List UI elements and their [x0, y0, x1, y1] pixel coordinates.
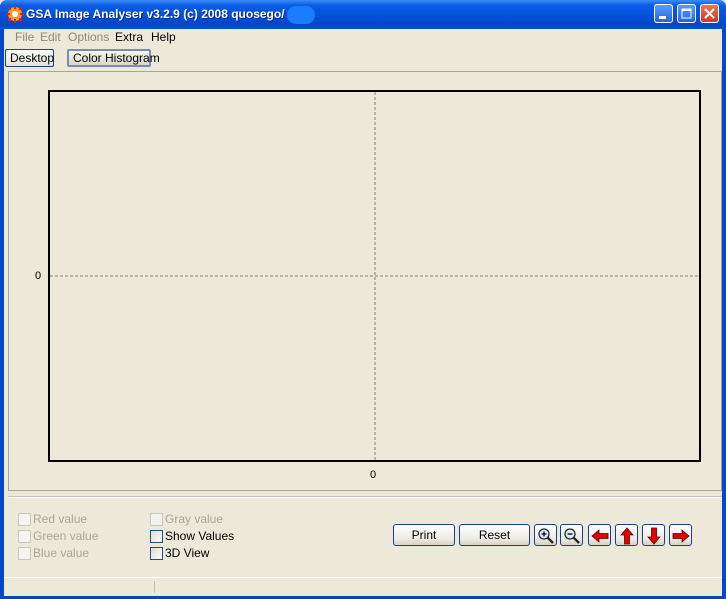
title-bar[interactable]: GSA Image Analyser v3.2.9 (c) 2008 quose… [0, 0, 726, 29]
green-value-label: Green value [33, 529, 99, 543]
maximize-button[interactable] [677, 4, 696, 23]
y-tick-label: 0 [35, 270, 42, 282]
arrow-left-icon [591, 529, 609, 543]
menu-extra[interactable]: Extra [115, 30, 143, 44]
blue-value-label: Blue value [33, 546, 90, 560]
arrow-up-icon [620, 527, 634, 545]
redaction-mark [287, 6, 315, 24]
menu-bar: File Edit Options Extra Help [4, 29, 722, 46]
pan-up-button[interactable] [615, 524, 638, 546]
green-value-checkbox[interactable] [18, 530, 31, 543]
gray-value-checkbox[interactable] [150, 513, 163, 526]
window-title: GSA Image Analyser v3.2.9 (c) 2008 quose… [26, 7, 285, 21]
window-frame-right [722, 29, 726, 599]
minimize-icon [659, 16, 666, 19]
pan-left-button[interactable] [588, 524, 611, 546]
zoom-in-icon [538, 528, 554, 544]
tab-color-histogram[interactable]: Color Histogram [67, 49, 160, 67]
status-bar [4, 577, 722, 596]
pan-down-button[interactable] [642, 524, 665, 546]
x-tick-label: 0 [370, 469, 377, 481]
3d-view-checkbox[interactable] [150, 547, 163, 560]
menu-file[interactable]: File [15, 30, 34, 44]
menu-options[interactable]: Options [68, 30, 109, 44]
status-separator [154, 581, 155, 593]
app-gear-icon [6, 5, 24, 23]
close-icon [704, 8, 715, 19]
app-window: GSA Image Analyser v3.2.9 (c) 2008 quose… [0, 0, 726, 599]
panel-separator [8, 496, 722, 498]
maximize-icon [681, 8, 692, 19]
tab-desktop[interactable]: Desktop [5, 49, 54, 67]
close-button[interactable] [700, 4, 719, 23]
3d-view-label: 3D View [165, 546, 210, 560]
pan-right-button[interactable] [669, 524, 692, 546]
reset-button[interactable]: Reset [459, 524, 530, 546]
arrow-down-icon [647, 527, 661, 545]
histogram-plot-area [48, 90, 701, 462]
client-area: File Edit Options Extra Help Desktop Col… [4, 29, 722, 596]
zoom-out-button[interactable] [560, 524, 583, 546]
red-value-checkbox[interactable] [18, 513, 31, 526]
histogram-chart [50, 92, 699, 460]
gray-value-label: Gray value [165, 512, 224, 526]
zoom-out-icon [564, 528, 580, 544]
print-button[interactable]: Print [393, 524, 455, 546]
show-values-checkbox[interactable] [150, 530, 163, 543]
histogram-panel: 0 0 [8, 71, 722, 491]
zoom-in-button[interactable] [534, 524, 557, 546]
menu-help[interactable]: Help [151, 30, 176, 44]
red-value-label: Red value [33, 512, 88, 526]
arrow-right-icon [672, 529, 690, 543]
minimize-button[interactable] [654, 4, 673, 23]
menu-edit[interactable]: Edit [40, 30, 61, 44]
show-values-label: Show Values [165, 529, 235, 543]
blue-value-checkbox[interactable] [18, 547, 31, 560]
